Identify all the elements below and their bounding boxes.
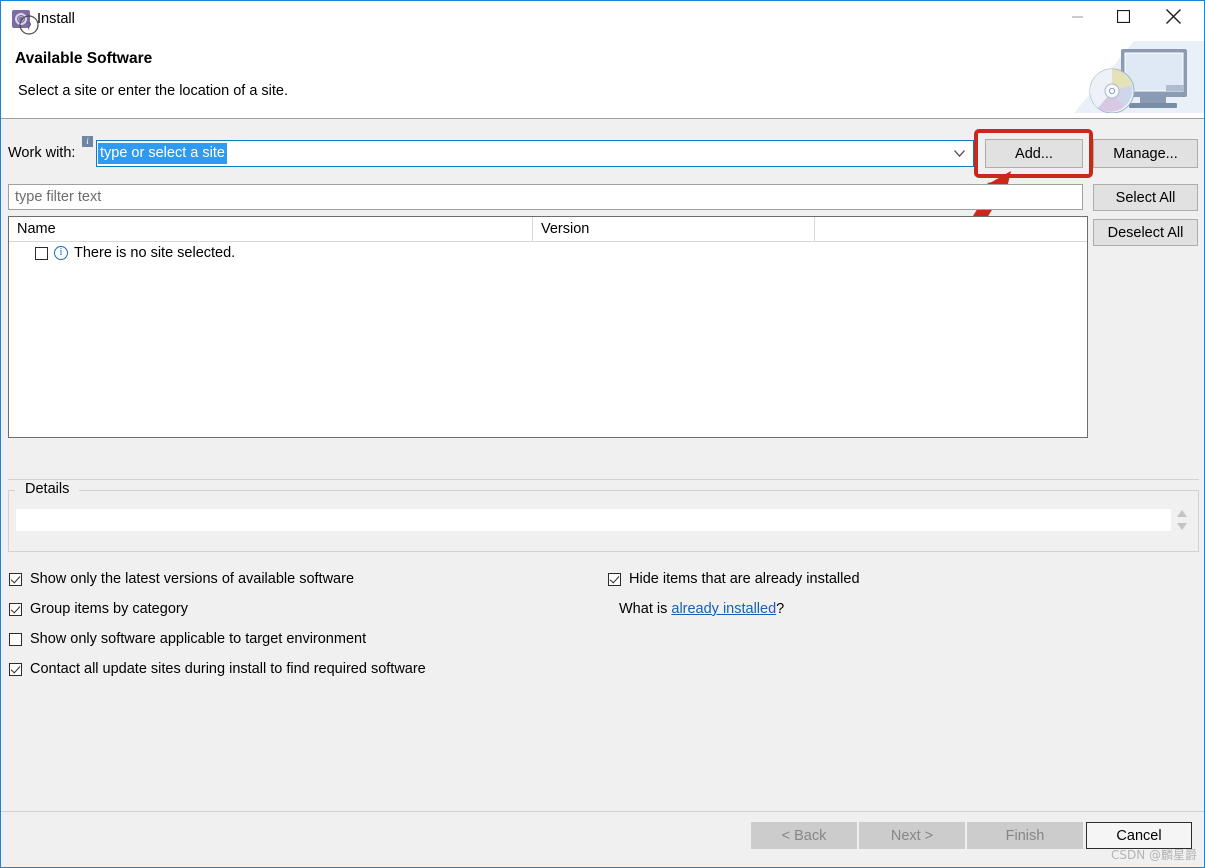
minimize-icon[interactable]: [1054, 1, 1100, 31]
back-button[interactable]: < Back: [751, 822, 857, 849]
next-button[interactable]: Next >: [859, 822, 965, 849]
info-circle-icon: i: [54, 246, 68, 260]
option-group-by-category[interactable]: Group items by category: [9, 601, 188, 617]
svg-text:?: ?: [27, 21, 32, 33]
option-label: Show only the latest versions of availab…: [30, 571, 354, 587]
option-contact-all-update-sites[interactable]: Contact all update sites during install …: [9, 661, 426, 677]
row-checkbox[interactable]: [35, 247, 48, 260]
work-with-value: type or select a site: [98, 143, 227, 164]
cancel-button[interactable]: Cancel: [1086, 822, 1192, 849]
dialog-header: Available Software Select a site or ente…: [1, 38, 1204, 119]
column-header-version[interactable]: Version: [532, 217, 814, 242]
install-dialog-window: Install Available Software Select a site…: [0, 0, 1205, 868]
option-checkbox[interactable]: [9, 633, 22, 646]
option-label: Contact all update sites during install …: [30, 661, 426, 677]
row-name: There is no site selected.: [74, 245, 235, 261]
option-label: Hide items that are already installed: [629, 571, 860, 587]
manage-button[interactable]: Manage...: [1093, 139, 1198, 168]
filter-input[interactable]: type filter text: [8, 184, 1083, 210]
deselect-all-button[interactable]: Deselect All: [1093, 219, 1198, 246]
filter-placeholder: type filter text: [15, 189, 101, 205]
option-label: Show only software applicable to target …: [30, 631, 366, 647]
details-group: Details: [8, 490, 1199, 552]
info-badge-icon: i: [82, 136, 93, 147]
option-target-environment[interactable]: Show only software applicable to target …: [9, 631, 366, 647]
window-title: Install: [37, 10, 75, 29]
computer-with-cd-icon: [1074, 41, 1204, 113]
scroll-up-down-icon[interactable]: [1176, 508, 1188, 532]
select-all-button[interactable]: Select All: [1093, 184, 1198, 211]
option-checkbox[interactable]: [9, 573, 22, 586]
finish-button[interactable]: Finish: [967, 822, 1083, 849]
what-is-already-installed: What is already installed?: [619, 601, 784, 617]
watermark: CSDN @麟星爵: [1111, 846, 1197, 863]
work-with-combobox[interactable]: type or select a site: [96, 140, 974, 167]
option-label: Group items by category: [30, 601, 188, 617]
table-row[interactable]: i There is no site selected.: [35, 245, 235, 261]
page-title: Available Software: [15, 50, 152, 68]
option-checkbox[interactable]: [608, 573, 621, 586]
option-checkbox[interactable]: [9, 663, 22, 676]
what-is-suffix: ?: [776, 601, 784, 617]
available-software-table[interactable]: Name Version i There is no site selected…: [8, 216, 1088, 438]
title-bar: Install: [1, 1, 1204, 38]
option-hide-installed[interactable]: Hide items that are already installed: [608, 571, 860, 587]
option-checkbox[interactable]: [9, 603, 22, 616]
maximize-icon[interactable]: [1100, 1, 1146, 31]
chevron-down-icon[interactable]: [954, 150, 965, 157]
work-with-label: Work with:: [8, 145, 75, 161]
details-field[interactable]: [16, 509, 1171, 531]
page-subtitle: Select a site or enter the location of a…: [18, 83, 288, 99]
column-header-name[interactable]: Name: [9, 217, 532, 242]
close-icon[interactable]: [1150, 1, 1196, 31]
what-is-prefix: What is: [619, 601, 671, 617]
option-show-latest-versions[interactable]: Show only the latest versions of availab…: [9, 571, 354, 587]
already-installed-link[interactable]: already installed: [671, 601, 776, 617]
details-label: Details: [22, 481, 72, 497]
column-header-blank[interactable]: [814, 217, 1087, 242]
help-question-icon[interactable]: ?: [19, 15, 39, 35]
add-button[interactable]: Add...: [985, 139, 1083, 168]
section-divider: [8, 479, 1199, 480]
